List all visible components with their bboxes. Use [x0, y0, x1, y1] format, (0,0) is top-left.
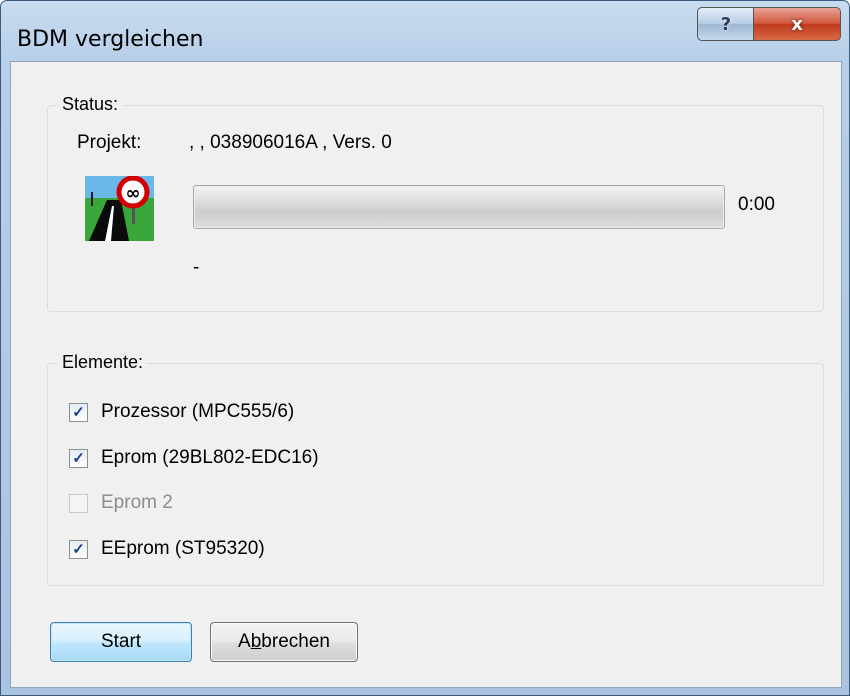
- checkbox-label-eeprom[interactable]: EEprom (ST95320): [101, 538, 265, 560]
- close-icon: x: [791, 13, 803, 35]
- dialog-window: BDM vergleichen ? x Status: Projekt: , ,…: [0, 0, 850, 696]
- cancel-label-rest: brechen: [261, 631, 330, 652]
- cancel-button[interactable]: Ab brechen: [210, 622, 358, 662]
- help-icon: ?: [720, 13, 732, 35]
- checkbox-prozessor[interactable]: ✓: [69, 403, 88, 422]
- title-bar[interactable]: BDM vergleichen ? x: [1, 1, 849, 61]
- checkmark-icon: ✓: [72, 541, 85, 558]
- checkbox-eeprom[interactable]: ✓: [69, 540, 88, 559]
- checkmark-icon: ✓: [72, 450, 85, 467]
- start-button[interactable]: Start: [50, 622, 192, 662]
- checkbox-label-eprom2: Eprom 2: [101, 492, 173, 513]
- checkbox-eprom[interactable]: ✓: [69, 449, 88, 468]
- cancel-label-mnemonic: b: [250, 631, 262, 652]
- project-value: , , 038906016A , Vers. 0: [189, 132, 392, 153]
- help-button[interactable]: ?: [697, 7, 755, 41]
- svg-text:∞: ∞: [126, 183, 141, 204]
- dialog-client-area: Status: Projekt: , , 038906016A , Vers. …: [10, 61, 842, 688]
- road-infinity-sign-icon: ∞: [85, 176, 154, 241]
- window-title: BDM vergleichen: [17, 27, 204, 52]
- elapsed-time: 0:00: [738, 194, 775, 215]
- cancel-label-prefix: A: [238, 631, 251, 652]
- elements-group-label: Elemente:: [58, 352, 148, 373]
- checkmark-icon: ✓: [72, 404, 85, 421]
- close-button[interactable]: x: [753, 7, 841, 41]
- checkbox-eprom2: [69, 494, 88, 513]
- checkbox-label-eprom[interactable]: Eprom (29BL802-EDC16): [101, 447, 319, 469]
- project-label: Projekt:: [77, 132, 142, 153]
- status-message: -: [193, 257, 200, 278]
- status-group-label: Status:: [58, 94, 123, 115]
- progress-bar: [193, 185, 725, 229]
- checkbox-label-prozessor[interactable]: Prozessor (MPC555/6): [101, 401, 294, 423]
